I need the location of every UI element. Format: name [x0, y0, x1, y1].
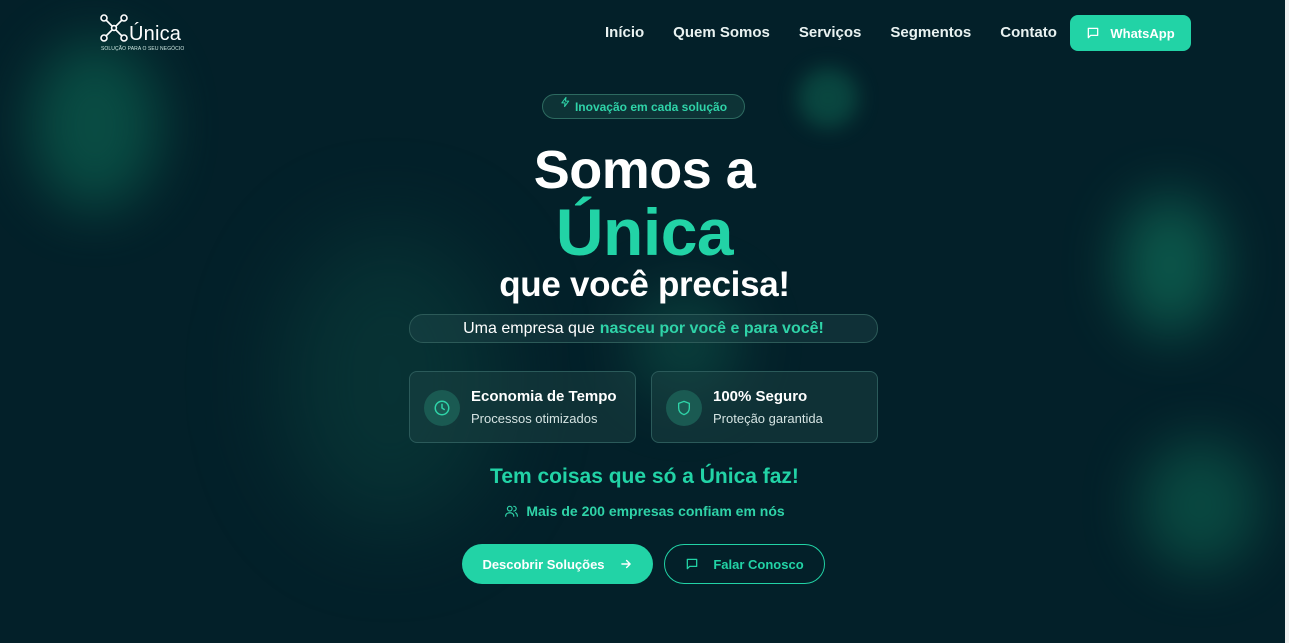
main-nav: Início Quem Somos Serviços Segmentos Con… [605, 24, 1086, 42]
lightning-icon [561, 96, 570, 107]
shield-icon [666, 390, 702, 426]
hero-subtitle: Uma empresa que nasceu por você e para v… [409, 314, 878, 343]
feature-card-security: 100% Seguro Proteção garantida [651, 371, 878, 443]
molecule-logo-icon [100, 14, 128, 42]
subtitle-highlight: nasceu por você e para você! [599, 319, 824, 337]
arrow-right-icon [620, 559, 631, 569]
trust-line: Mais de 200 empresas confiam em nós [0, 503, 1289, 519]
cta-secondary-label: Falar Conosco [713, 556, 804, 572]
nav-link-quem-somos[interactable]: Quem Somos [673, 24, 770, 42]
chat-icon [1088, 27, 1099, 39]
nav-link-inicio[interactable]: Início [605, 24, 644, 42]
background-glow [798, 68, 858, 128]
hero-title-line-1: Somos a [533, 140, 756, 200]
hero-title-line-3: que você precisa! [499, 265, 790, 304]
feature-subtitle: Proteção garantida [713, 411, 823, 426]
whatsapp-button[interactable]: WhatsApp [1070, 15, 1191, 51]
feature-title: Economia de Tempo [471, 388, 617, 405]
badge-label: Inovação em cada solução [574, 99, 728, 114]
discover-solutions-button[interactable]: Descobrir Soluções [462, 544, 653, 584]
whatsapp-button-label: WhatsApp [1110, 25, 1175, 41]
feature-title: 100% Seguro [713, 388, 808, 405]
nav-link-contato[interactable]: Contato [1000, 24, 1057, 42]
contact-us-button[interactable]: Falar Conosco [664, 544, 825, 584]
hero-title-brand: Única [555, 195, 734, 269]
users-icon [505, 505, 519, 517]
logo-tagline: SOLUÇÃO PARA O SEU NEGÓCIO [101, 46, 185, 52]
chat-icon [687, 558, 698, 570]
subtitle-prefix: Uma empresa que [463, 319, 595, 337]
cta-primary-label: Descobrir Soluções [482, 556, 605, 572]
scrollbar[interactable] [1285, 0, 1289, 643]
innovation-badge: Inovação em cada solução [542, 94, 745, 119]
logo-name: Única [129, 23, 182, 45]
feature-card-time: Economia de Tempo Processos otimizados [409, 371, 636, 443]
nav-link-segmentos[interactable]: Segmentos [890, 24, 971, 42]
nav-link-servicos[interactable]: Serviços [799, 24, 862, 42]
feature-subtitle: Processos otimizados [471, 411, 598, 426]
trust-text: Mais de 200 empresas confiam em nós [526, 503, 785, 519]
site-logo[interactable]: Única SOLUÇÃO PARA O SEU NEGÓCIO [100, 14, 190, 54]
landing-page: Única SOLUÇÃO PARA O SEU NEGÓCIO Início … [0, 0, 1289, 643]
clock-icon [424, 390, 460, 426]
hero-tagline: Tem coisas que só a Única faz! [490, 465, 799, 488]
